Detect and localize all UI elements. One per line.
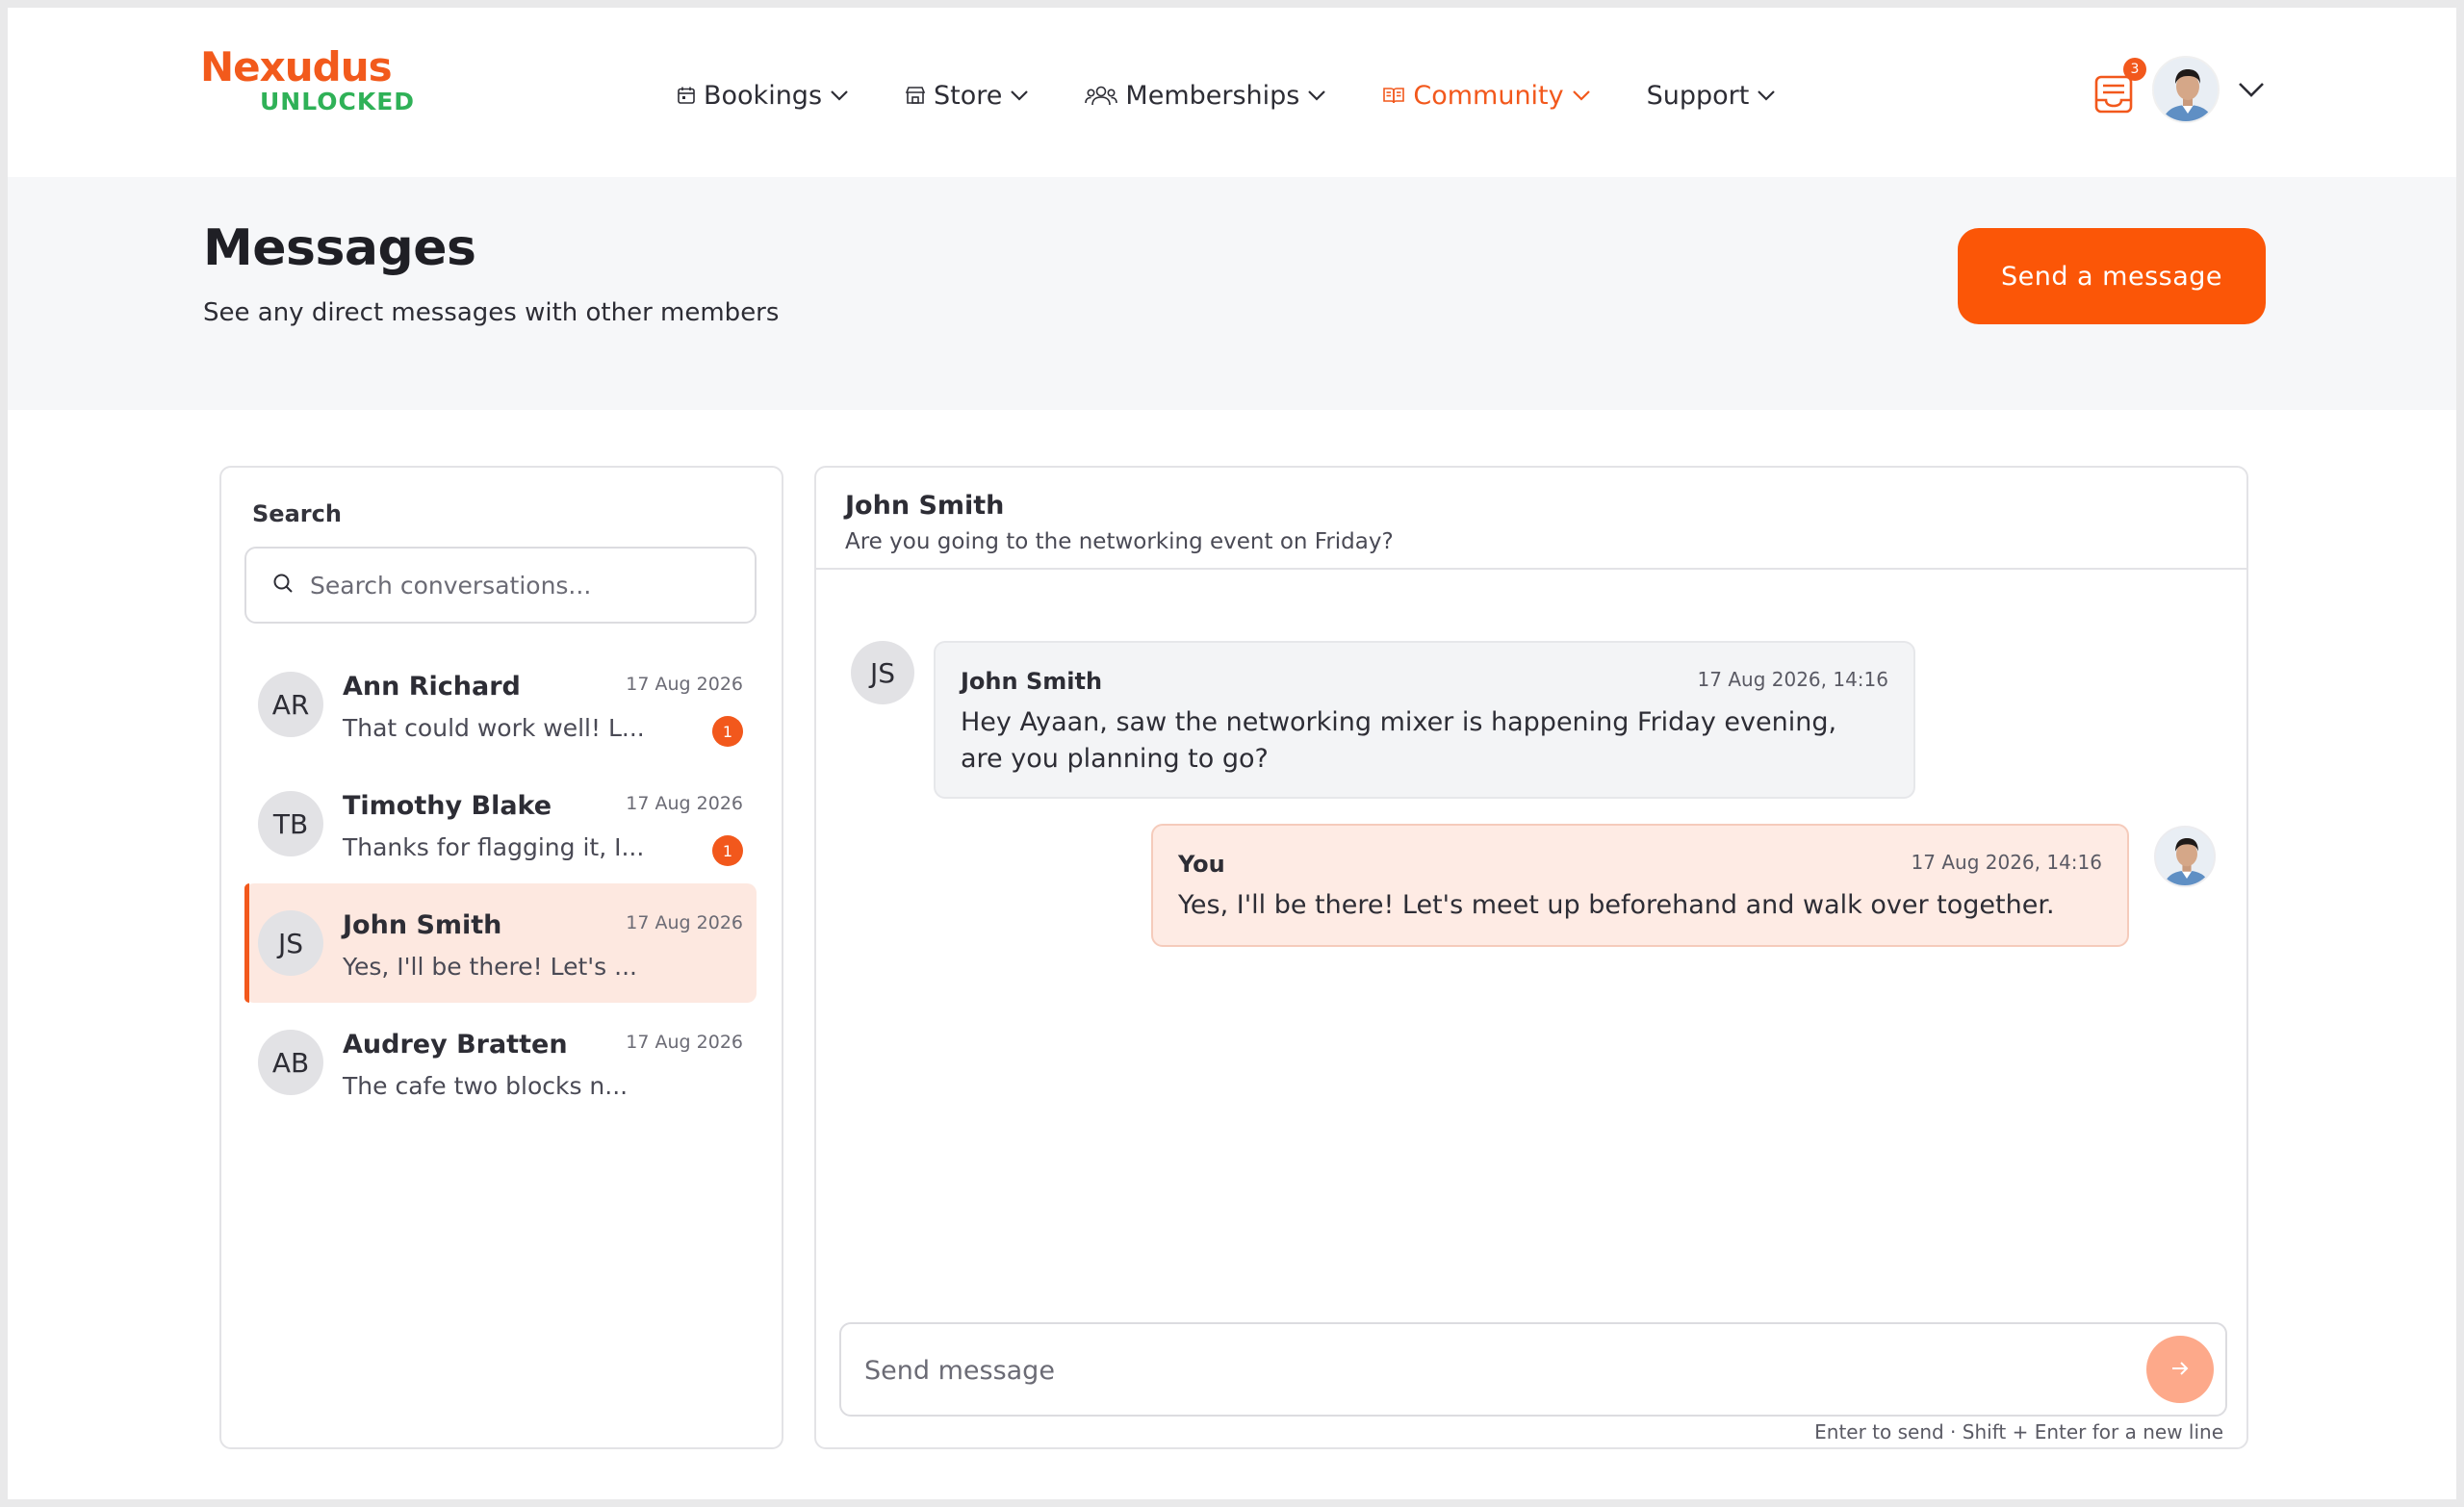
arrow-right-icon — [2169, 1360, 2191, 1380]
nav-label: Memberships — [1125, 80, 1300, 111]
chat-header: John Smith Are you going to the networki… — [816, 468, 2246, 570]
brand-name: Nexudus — [200, 43, 393, 90]
avatar — [2154, 826, 2216, 887]
nav-item-support[interactable]: Support — [1647, 81, 1777, 111]
users-icon — [1085, 85, 1118, 106]
avatar: JS — [258, 910, 323, 976]
book-icon — [1382, 86, 1405, 105]
conversation-preview: Yes, I'll be there! Let's ... — [343, 953, 637, 981]
conversation-list: AR Ann Richard 17 Aug 2026 That could wo… — [244, 645, 757, 1122]
conversation-date: 17 Aug 2026 — [626, 674, 743, 695]
message-text: Hey Ayaan, saw the networking mixer is h… — [961, 707, 1837, 774]
message-bubble-incoming: John Smith 17 Aug 2026, 14:16 Hey Ayaan,… — [934, 641, 1915, 799]
main-nav: Bookings Store Memberships Community Sup… — [677, 71, 1776, 119]
send-a-message-button[interactable]: Send a message — [1958, 228, 2266, 324]
search-icon — [271, 572, 295, 599]
message-timestamp: 17 Aug 2026, 14:16 — [1697, 668, 1888, 691]
calendar-icon — [677, 86, 696, 105]
message-text: Yes, I'll be there! Let's meet up before… — [1178, 890, 2055, 920]
nav-item-store[interactable]: Store — [905, 81, 1029, 111]
search-box[interactable] — [244, 547, 757, 624]
page-subtitle: See any direct messages with other membe… — [203, 298, 780, 327]
avatar: AR — [258, 672, 323, 737]
app-window: Nexudus UNLOCKED Bookings Store Membersh… — [8, 8, 2456, 1499]
avatar: TB — [258, 791, 323, 856]
unread-badge: 1 — [712, 716, 743, 747]
message-sender: John Smith — [961, 668, 1103, 695]
conversation-preview: The cafe two blocks n... — [343, 1072, 629, 1100]
message-input[interactable] — [864, 1345, 2096, 1395]
conversation-name: Timothy Blake — [343, 791, 552, 821]
conversation-name: Audrey Bratten — [343, 1030, 568, 1060]
conversation-name: John Smith — [343, 910, 502, 940]
avatar: AB — [258, 1030, 323, 1095]
top-header: Nexudus UNLOCKED Bookings Store Membersh… — [8, 8, 2456, 177]
user-avatar[interactable] — [2152, 56, 2220, 123]
conversation-item[interactable]: AR Ann Richard 17 Aug 2026 That could wo… — [244, 645, 757, 764]
composer-hint: Enter to send · Shift + Enter for a new … — [1814, 1420, 2223, 1443]
chat-panel: John Smith Are you going to the networki… — [814, 466, 2248, 1449]
nav-label: Store — [934, 80, 1003, 111]
brand-tagline: UNLOCKED — [260, 88, 416, 115]
chevron-down-icon — [1010, 89, 1029, 101]
conversation-date: 17 Aug 2026 — [626, 1032, 743, 1053]
conversation-name: Ann Richard — [343, 672, 521, 702]
nav-item-memberships[interactable]: Memberships — [1085, 81, 1326, 111]
nav-item-bookings[interactable]: Bookings — [677, 81, 849, 111]
nav-label: Community — [1413, 80, 1564, 111]
nav-item-community[interactable]: Community — [1382, 81, 1590, 111]
search-input[interactable] — [310, 571, 733, 600]
chevron-down-icon — [1757, 89, 1776, 101]
message-bubble-outgoing: You 17 Aug 2026, 14:16 Yes, I'll be ther… — [1151, 824, 2129, 947]
conversation-date: 17 Aug 2026 — [626, 793, 743, 814]
conversation-preview: Thanks for flagging it, I... — [343, 833, 645, 861]
chevron-down-icon — [1307, 89, 1326, 101]
page-heading-section: Messages See any direct messages with ot… — [8, 177, 2456, 410]
conversation-item-selected[interactable]: JS John Smith 17 Aug 2026 Yes, I'll be t… — [244, 883, 757, 1003]
conversation-date: 17 Aug 2026 — [626, 912, 743, 933]
nav-label: Support — [1646, 80, 1750, 111]
message-sender: You — [1178, 851, 1225, 878]
message-timestamp: 17 Aug 2026, 14:16 — [1911, 851, 2102, 874]
brand-logo[interactable]: Nexudus UNLOCKED — [200, 46, 415, 115]
conversation-item[interactable]: TB Timothy Blake 17 Aug 2026 Thanks for … — [244, 764, 757, 883]
chevron-down-icon — [830, 89, 849, 101]
send-button[interactable] — [2146, 1336, 2214, 1403]
store-icon — [905, 86, 926, 105]
notification-count-badge: 3 — [2123, 58, 2146, 81]
page-title: Messages — [203, 219, 476, 277]
nav-label: Bookings — [704, 80, 823, 111]
conversations-panel: Search AR Ann Richard 17 Aug 2026 That c… — [219, 466, 783, 1449]
search-label: Search — [252, 500, 342, 527]
notifications-button[interactable]: 3 — [2087, 58, 2146, 123]
avatar: JS — [851, 641, 914, 704]
chevron-down-icon[interactable] — [2237, 81, 2266, 102]
conversation-item[interactable]: AB Audrey Bratten 17 Aug 2026 The cafe t… — [244, 1003, 757, 1122]
chevron-down-icon — [1572, 89, 1591, 101]
message-composer — [839, 1322, 2227, 1417]
chat-subject: Are you going to the networking event on… — [845, 529, 1394, 554]
unread-badge: 1 — [712, 835, 743, 866]
conversation-preview: That could work well! L... — [343, 714, 645, 742]
chat-contact-name: John Smith — [845, 491, 1005, 521]
